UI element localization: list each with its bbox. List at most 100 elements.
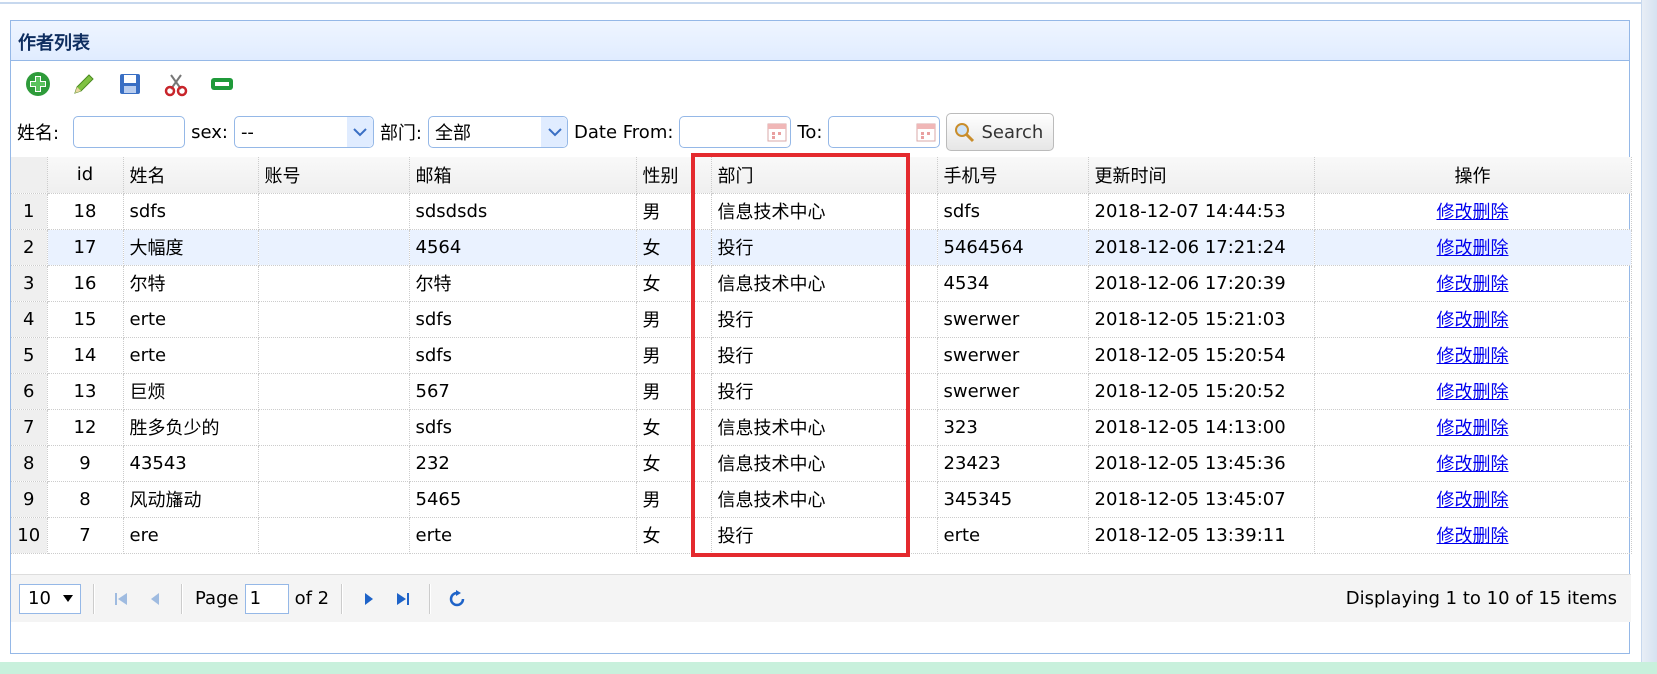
- cell-updated: 2018-12-05 15:20:54: [1088, 337, 1315, 374]
- cell-updated: 2018-12-07 14:44:53: [1088, 193, 1315, 230]
- sex-select-value: --: [240, 121, 254, 143]
- cell-sex: 男: [636, 481, 712, 518]
- cell-id: 15: [47, 301, 124, 338]
- last-page-button[interactable]: [389, 584, 417, 614]
- next-page-icon: [365, 592, 374, 605]
- refresh-button[interactable]: [443, 584, 471, 614]
- cell-dept: 信息技术中心: [711, 445, 938, 482]
- edit-delete-link[interactable]: 修改删除: [1437, 418, 1509, 439]
- cell-name: 风动旛动: [123, 481, 259, 518]
- search-button-label: Search: [981, 121, 1044, 143]
- cell-email: sdsdsds: [409, 193, 637, 230]
- row-number: 3: [11, 265, 48, 302]
- cell-sex: 女: [636, 445, 712, 482]
- page-top-border: [0, 0, 1657, 4]
- edit-icon: [74, 74, 94, 94]
- cell-sex: 男: [636, 337, 712, 374]
- name-input[interactable]: [73, 116, 186, 148]
- pagination-bar: 10 Page of 2 Displaying 1 to 10 of 15 it…: [11, 574, 1631, 622]
- table-row[interactable]: 9 8 风动旛动 5465 男信息技术中心 345345 2018-12-05 13:45:…: [11, 481, 1632, 518]
- cell-id: 8: [47, 481, 124, 518]
- dept-select-value: 全部: [435, 123, 472, 144]
- edit-delete-link[interactable]: 修改删除: [1437, 382, 1509, 403]
- cell-phone: erte: [937, 517, 1089, 554]
- first-page-button[interactable]: [107, 584, 135, 614]
- prev-page-button[interactable]: [141, 584, 169, 614]
- search-button[interactable]: Search: [946, 113, 1055, 151]
- cell-email: erte: [409, 517, 637, 554]
- cell-account: [258, 301, 410, 338]
- table-row[interactable]: 2 17 大幅度 4564 女投行 5464564 2018-12-06 17:21:24 修…: [11, 229, 1632, 266]
- edit-delete-link[interactable]: 修改删除: [1437, 202, 1509, 223]
- header-account[interactable]: 账号: [258, 157, 410, 194]
- header-name[interactable]: 姓名: [123, 157, 259, 194]
- edit-delete-link[interactable]: 修改删除: [1437, 490, 1509, 511]
- cell-email: 4564: [409, 229, 637, 266]
- cell-actions: 修改删除: [1314, 517, 1632, 554]
- cut-button[interactable]: [161, 69, 191, 99]
- calendar-icon[interactable]: [915, 121, 937, 143]
- sex-select[interactable]: --: [233, 116, 374, 148]
- table-row[interactable]: 1 18 sdfs sdsdsds 男信息技术中心 sdfs 2018-12-07 14:4…: [11, 193, 1632, 230]
- cell-sex: 女: [636, 409, 712, 446]
- sex-label: sex:: [191, 121, 228, 143]
- calendar-icon[interactable]: [766, 121, 788, 143]
- edit-delete-link[interactable]: 修改删除: [1437, 310, 1509, 331]
- chevron-down-icon[interactable]: [346, 117, 373, 147]
- cell-dept: 信息技术中心: [711, 193, 938, 230]
- dept-select[interactable]: 全部: [428, 116, 569, 148]
- cell-actions: 修改删除: [1314, 481, 1632, 518]
- cell-name: erte: [123, 301, 259, 338]
- date-from-input[interactable]: [679, 116, 792, 148]
- edit-delete-link[interactable]: 修改删除: [1437, 238, 1509, 259]
- table-row[interactable]: 3 16 尔特 尔特女信息技术中心 4534 2018-12-06 17:20:39 修改删…: [11, 265, 1632, 302]
- first-page-icon: [115, 592, 127, 605]
- bottom-strip: [0, 662, 1657, 674]
- table-row[interactable]: 10 7 ere erte 女投行 erte 2018-12-05 13:39:11 修改删除: [11, 517, 1632, 554]
- header-id[interactable]: id: [47, 157, 124, 194]
- cell-email: 尔特: [409, 265, 637, 302]
- header-sex[interactable]: 性别: [636, 157, 712, 194]
- edit-delete-link[interactable]: 修改删除: [1437, 454, 1509, 475]
- remove-button[interactable]: [207, 69, 237, 99]
- edit-delete-link[interactable]: 修改删除: [1437, 274, 1509, 295]
- header-actions[interactable]: 操作: [1314, 157, 1632, 194]
- refresh-icon: [449, 589, 465, 606]
- name-label: 姓名:: [17, 123, 60, 144]
- table-row[interactable]: 7 12 胜多负少的 sdfs 女信息技术中心 323 2018-12-05 14:13:0…: [11, 409, 1632, 446]
- header-phone[interactable]: 手机号: [937, 157, 1089, 194]
- chevron-down-icon[interactable]: [541, 117, 568, 147]
- table-row[interactable]: 8 9 43543 232 女信息技术中心 23423 2018-12-05 13:45:3…: [11, 445, 1632, 482]
- cell-id: 16: [47, 265, 124, 302]
- cell-email: 232: [409, 445, 637, 482]
- cell-id: 7: [47, 517, 124, 554]
- date-from-label: Date From:: [574, 121, 674, 143]
- header-dept[interactable]: 部门: [711, 157, 938, 194]
- table-row[interactable]: 5 14 erte sdfs 男投行 swerwer 2018-12-05 15:20:54…: [11, 337, 1632, 374]
- right-scroll-edge: [1641, 0, 1657, 674]
- next-page-button[interactable]: [355, 584, 383, 614]
- edit-delete-link[interactable]: 修改删除: [1437, 346, 1509, 367]
- add-button[interactable]: [23, 69, 53, 99]
- panel-title: 作者列表: [11, 21, 1629, 61]
- cell-actions: 修改删除: [1314, 265, 1632, 302]
- cell-updated: 2018-12-06 17:20:39: [1088, 265, 1315, 302]
- filter-bar: 姓名: sex: -- 部门: 全部 Date From: To: Search: [11, 107, 1629, 157]
- search-icon: [955, 123, 975, 143]
- page-size-select[interactable]: 10: [19, 583, 81, 614]
- edit-delete-link[interactable]: 修改删除: [1437, 526, 1509, 547]
- cell-name: sdfs: [123, 193, 259, 230]
- table-row[interactable]: 4 15 erte sdfs 男投行 swerwer 2018-12-05 15:21:03…: [11, 301, 1632, 338]
- save-button[interactable]: [115, 69, 145, 99]
- page-number-input[interactable]: [244, 583, 289, 614]
- header-updated[interactable]: 更新时间: [1088, 157, 1315, 194]
- page-size-value: 10: [28, 588, 51, 609]
- cell-sex: 男: [636, 301, 712, 338]
- date-to-input[interactable]: [828, 116, 941, 148]
- header-email[interactable]: 邮箱: [409, 157, 637, 194]
- table-row[interactable]: 6 13 巨烦 567 男投行 swerwer 2018-12-05 15:20:52 修改删…: [11, 373, 1632, 410]
- row-number: 6: [11, 373, 48, 410]
- edit-button[interactable]: [69, 69, 99, 99]
- cell-updated: 2018-12-05 14:13:00: [1088, 409, 1315, 446]
- cell-dept: 投行: [711, 337, 938, 374]
